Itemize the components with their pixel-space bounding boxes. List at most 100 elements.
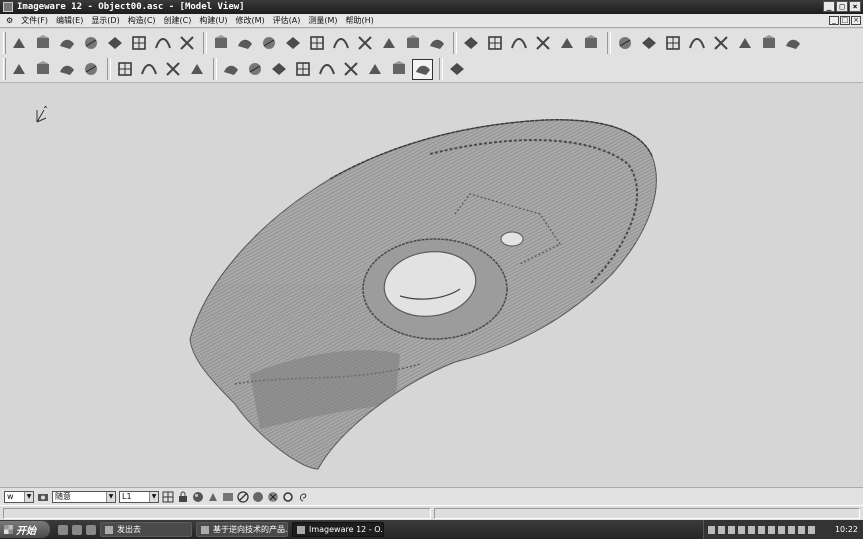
curl-icon[interactable]	[297, 491, 309, 503]
pen-icon[interactable]	[708, 525, 715, 534]
menu-display[interactable]: 显示(D)	[87, 15, 123, 26]
s-curve-icon[interactable]	[340, 59, 361, 80]
menu-construct[interactable]: 构造(C)	[124, 15, 160, 26]
edge-extract-icon[interactable]	[80, 59, 101, 80]
blend-surface-icon[interactable]	[282, 33, 303, 54]
maximize-button[interactable]: □	[836, 1, 848, 12]
menu-build[interactable]: 构建(U)	[195, 15, 231, 26]
wire-block-icon[interactable]	[484, 33, 505, 54]
security-icon[interactable]	[758, 525, 765, 534]
offset-surface-icon[interactable]	[354, 33, 375, 54]
sweep-surface-icon[interactable]	[306, 33, 327, 54]
scissor-cross-icon[interactable]	[388, 59, 409, 80]
network-icon[interactable]	[738, 525, 745, 534]
no-entry-icon[interactable]	[237, 490, 249, 503]
trim-surface-icon[interactable]	[378, 33, 399, 54]
menu-edit[interactable]: 编辑(E)	[52, 15, 87, 26]
cross-circle-icon[interactable]	[267, 491, 279, 503]
menu-help[interactable]: 帮助(H)	[342, 15, 378, 26]
arc-fan-icon[interactable]	[186, 59, 207, 80]
task-folder[interactable]: 发出去	[100, 522, 192, 537]
diamond-surface-icon[interactable]	[234, 33, 255, 54]
snap-icon[interactable]	[207, 491, 219, 503]
render-icon[interactable]	[252, 491, 264, 503]
toolbar-grip[interactable]	[3, 58, 6, 80]
toolbar-grip[interactable]	[3, 32, 6, 54]
menu-evaluate[interactable]: 评估(A)	[269, 15, 305, 26]
loft-surface-icon[interactable]	[330, 33, 351, 54]
window-icon[interactable]	[788, 525, 795, 534]
camera-icon[interactable]	[37, 491, 49, 503]
slice-points-icon[interactable]	[32, 59, 53, 80]
window-icon[interactable]	[808, 525, 815, 534]
close-button[interactable]: ×	[849, 1, 861, 12]
snake-curve-icon[interactable]	[268, 59, 289, 80]
node-star-icon[interactable]	[508, 33, 529, 54]
spline-wave-icon[interactable]	[138, 59, 159, 80]
fillet-icon[interactable]	[638, 33, 659, 54]
window-icon[interactable]	[798, 525, 805, 534]
cylinder-stack-icon[interactable]	[758, 33, 779, 54]
curve-from-points-icon[interactable]	[80, 33, 101, 54]
open-file-icon[interactable]	[8, 33, 29, 54]
task-document[interactable]: 基于逆向技术的产品...	[196, 522, 288, 537]
box-surface-icon[interactable]	[258, 33, 279, 54]
zigzag-curve-icon[interactable]	[244, 59, 265, 80]
menu-file[interactable]: 文件(F)	[17, 15, 52, 26]
target-circle-icon[interactable]	[316, 59, 337, 80]
doc-close-button[interactable]: ×	[851, 16, 861, 25]
grid-toggle-icon[interactable]	[162, 491, 174, 503]
lightning-curve-icon[interactable]	[556, 33, 577, 54]
media-icon[interactable]	[72, 524, 82, 535]
model-viewport[interactable]	[0, 84, 863, 487]
window-icon[interactable]	[768, 525, 775, 534]
pyramid-surface-icon[interactable]	[426, 33, 447, 54]
wire-cube-icon[interactable]	[460, 33, 481, 54]
arrow-swoop-icon[interactable]	[364, 59, 385, 80]
doc-restore-button[interactable]: □	[840, 16, 850, 25]
surface-cloud-icon[interactable]	[176, 33, 197, 54]
cloud-shape-icon[interactable]	[114, 59, 135, 80]
point-cluster-icon[interactable]	[162, 59, 183, 80]
ring-surface-icon[interactable]	[532, 33, 553, 54]
n-curve-icon[interactable]	[686, 33, 707, 54]
app-menu-icon[interactable]: ⚙	[2, 16, 17, 25]
spark-icon[interactable]	[782, 33, 803, 54]
shade-icon[interactable]	[222, 491, 234, 503]
rotate-axis-icon[interactable]	[580, 33, 601, 54]
settings-icon[interactable]	[282, 491, 294, 503]
doc-minimize-button[interactable]: _	[829, 16, 839, 25]
view-select[interactable]: w ▼	[4, 490, 34, 503]
menu-create[interactable]: 创建(C)	[160, 15, 196, 26]
section-stack-icon[interactable]	[56, 59, 77, 80]
wheel-icon[interactable]	[412, 58, 433, 80]
cone-surface-icon[interactable]	[402, 33, 423, 54]
palette-icon[interactable]	[446, 59, 467, 80]
menu-measure[interactable]: 测量(M)	[304, 15, 341, 26]
surface-patch-icon[interactable]	[614, 33, 635, 54]
point-cloud-model[interactable]	[0, 84, 863, 487]
menu-modify[interactable]: 修改(M)	[231, 15, 268, 26]
scan-points-icon[interactable]	[32, 33, 53, 54]
minimize-button[interactable]: _	[823, 1, 835, 12]
solid-shade-icon[interactable]	[662, 33, 683, 54]
line-select[interactable]: L1 ▼	[119, 490, 159, 503]
dotted-curve-icon[interactable]	[292, 59, 313, 80]
help-icon[interactable]	[728, 525, 735, 534]
stack-icon[interactable]	[734, 33, 755, 54]
sample-points-icon[interactable]	[104, 33, 125, 54]
browser-icon[interactable]	[58, 524, 68, 535]
slab-icon[interactable]	[710, 33, 731, 54]
start-button[interactable]: 开始	[0, 521, 50, 538]
desktop-icon[interactable]	[86, 524, 96, 535]
grid-cloud-icon[interactable]	[152, 33, 173, 54]
layer-select[interactable]: 随意 ▼	[52, 490, 116, 503]
input-method-icon[interactable]	[718, 525, 725, 534]
grid-mesh-icon[interactable]	[220, 59, 241, 80]
extract-section-icon[interactable]	[128, 33, 149, 54]
polygonize-icon[interactable]	[56, 33, 77, 54]
volume-icon[interactable]	[748, 525, 755, 534]
plane-icon[interactable]	[210, 33, 231, 54]
manual-scan-icon[interactable]	[8, 59, 29, 80]
task-imageware[interactable]: Imageware 12 - O...	[292, 522, 384, 537]
